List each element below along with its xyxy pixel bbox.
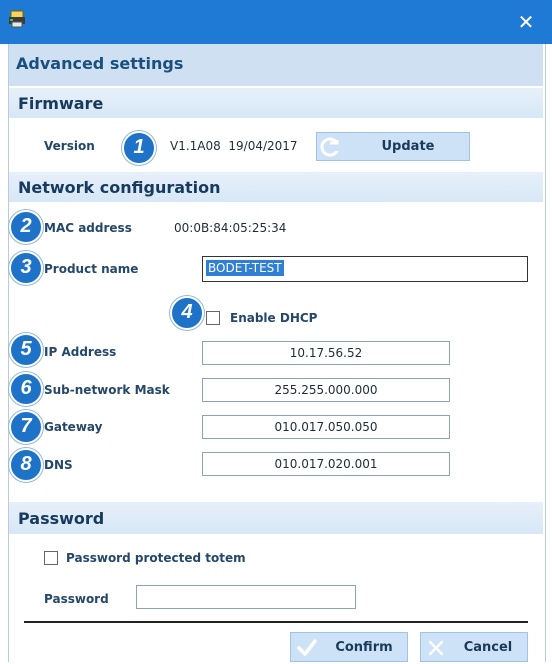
cancel-button[interactable]: Cancel bbox=[420, 632, 528, 662]
dns-field[interactable]: 010.017.020.001 bbox=[202, 452, 450, 476]
footer-divider bbox=[24, 621, 528, 623]
password-label: Password bbox=[44, 592, 109, 606]
password-protected-label: Password protected totem bbox=[66, 551, 246, 565]
badge-5: 5 bbox=[9, 333, 43, 367]
checkmark-icon bbox=[295, 636, 319, 660]
password-input[interactable] bbox=[136, 585, 356, 609]
update-button[interactable]: Update bbox=[316, 132, 470, 161]
window-titlebar bbox=[0, 0, 552, 44]
cancel-button-label: Cancel bbox=[463, 639, 513, 655]
badge-7: 7 bbox=[9, 410, 43, 444]
product-name-label: Product name bbox=[44, 262, 139, 276]
close-icon[interactable]: ✕ bbox=[514, 10, 538, 34]
network-heading: Network configuration bbox=[18, 178, 221, 197]
firmware-version-value: V1.1A08 19/04/2017 bbox=[170, 139, 298, 153]
badge-6: 6 bbox=[9, 372, 43, 406]
badge-8: 8 bbox=[9, 448, 43, 482]
version-label: Version bbox=[44, 139, 95, 153]
subnet-mask-field[interactable]: 255.255.000.000 bbox=[202, 378, 450, 402]
confirm-button[interactable]: Confirm bbox=[290, 632, 408, 662]
subnet-mask-label: Sub-network Mask bbox=[44, 383, 170, 397]
ip-address-field[interactable]: 10.17.56.52 bbox=[202, 341, 450, 365]
update-button-label: Update bbox=[381, 139, 435, 154]
dhcp-label: Enable DHCP bbox=[230, 311, 318, 325]
mac-address-label: MAC address bbox=[44, 221, 132, 235]
firmware-heading: Firmware bbox=[18, 94, 104, 113]
close-icon bbox=[425, 637, 447, 659]
gateway-field[interactable]: 010.017.050.050 bbox=[202, 415, 450, 439]
ip-address-label: IP Address bbox=[44, 345, 117, 359]
product-name-value: BODET-TEST bbox=[206, 260, 284, 276]
confirm-button-label: Confirm bbox=[335, 639, 393, 655]
badge-4: 4 bbox=[170, 296, 204, 330]
badge-2: 2 bbox=[9, 210, 43, 244]
badge-1: 1 bbox=[122, 131, 156, 165]
password-protected-checkbox[interactable] bbox=[44, 551, 58, 565]
password-heading: Password bbox=[18, 509, 105, 528]
printer-icon bbox=[8, 10, 26, 28]
page-title: Advanced settings bbox=[16, 54, 184, 73]
product-name-input[interactable]: BODET-TEST bbox=[202, 256, 528, 282]
gateway-label: Gateway bbox=[44, 420, 103, 434]
dns-label: DNS bbox=[44, 458, 73, 472]
badge-3: 3 bbox=[9, 251, 43, 285]
dhcp-checkbox[interactable] bbox=[206, 311, 220, 325]
refresh-icon bbox=[317, 133, 347, 160]
mac-address-value: 00:0B:84:05:25:34 bbox=[174, 221, 287, 235]
